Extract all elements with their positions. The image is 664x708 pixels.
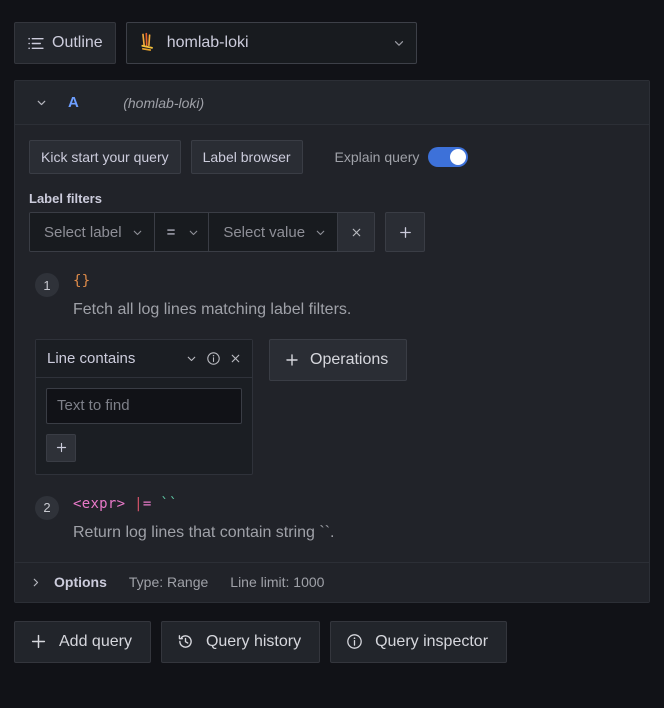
step-number: 1 <box>35 273 59 297</box>
datasource-picker[interactable]: homlab-loki <box>125 22 417 64</box>
query-toolbar: Kick start your query Label browser Expl… <box>29 137 635 177</box>
query-row-header: A (homlab-loki) <box>15 81 649 125</box>
info-circle-icon[interactable] <box>206 351 221 366</box>
explanation-step-1: 1 {} Fetch all log lines matching label … <box>35 272 635 321</box>
explanation-description: Fetch all log lines matching label filte… <box>73 301 352 318</box>
options-title: Options <box>54 574 107 591</box>
outline-button-label: Outline <box>52 34 103 51</box>
select-label-dropdown[interactable]: Select label <box>30 213 155 251</box>
explanation-description: Return log lines that contain string ``. <box>73 523 335 541</box>
add-query-label: Add query <box>59 632 132 650</box>
chevron-right-icon[interactable] <box>29 576 54 589</box>
code-token-pipe: | <box>134 495 143 512</box>
bottom-toolbar: Add query Query history Query inspector <box>0 603 664 681</box>
operation-card-line-contains: Line contains <box>35 338 253 475</box>
explanation-code: <expr> |= `` <box>73 496 334 512</box>
info-circle-icon <box>346 633 363 650</box>
close-icon <box>350 226 363 239</box>
loki-logo-icon <box>139 32 157 54</box>
close-icon[interactable] <box>229 352 242 365</box>
explanation-content: {} Fetch all log lines matching label fi… <box>73 272 351 321</box>
chevron-down-icon <box>131 226 144 239</box>
label-filter-group: Select label = Select value <box>29 212 376 252</box>
top-toolbar: Outline homlab-loki <box>0 0 664 72</box>
history-icon <box>177 633 194 650</box>
switch-knob <box>450 149 467 165</box>
query-options-row[interactable]: Options Type: Range Line limit: 1000 <box>15 561 649 602</box>
operations-button-label: Operations <box>310 350 389 368</box>
explanation-content: <expr> |= `` Return log lines that conta… <box>73 495 334 544</box>
chevron-down-icon[interactable] <box>185 352 198 365</box>
explanation-code: {} <box>73 273 91 289</box>
query-inspector-button[interactable]: Query inspector <box>330 620 508 663</box>
select-value-text: Select value <box>223 223 306 241</box>
datasource-name: homlab-loki <box>166 34 249 51</box>
add-label-filter-button[interactable] <box>385 212 426 252</box>
plus-icon <box>284 352 300 368</box>
query-history-button[interactable]: Query history <box>160 620 321 663</box>
operator-text: = <box>166 223 176 241</box>
query-datasource-label: (homlab-loki) <box>123 94 205 111</box>
options-type: Type: Range <box>128 574 209 591</box>
plus-icon <box>55 441 68 454</box>
plus-icon <box>398 225 413 240</box>
select-value-dropdown[interactable]: Select value <box>209 213 339 251</box>
operation-card-body <box>36 378 252 474</box>
outline-button[interactable]: Outline <box>14 22 116 64</box>
operations-button[interactable]: Operations <box>269 338 408 381</box>
label-filters-title: Label filters <box>29 191 102 206</box>
list-icon <box>27 35 44 52</box>
explain-query-toggle-group: Explain query <box>335 147 469 167</box>
query-body: Kick start your query Label browser Expl… <box>15 125 649 544</box>
remove-label-filter-button[interactable] <box>338 213 375 251</box>
query-history-label: Query history <box>205 632 302 650</box>
explain-query-label: Explain query <box>334 149 420 165</box>
add-operation-param-button[interactable] <box>46 433 76 462</box>
code-token-string: `` <box>160 495 178 512</box>
label-filters-row: Select label = Select value <box>29 212 635 252</box>
explain-query-switch[interactable] <box>428 147 469 167</box>
chevron-down-icon <box>187 226 200 239</box>
options-line-limit: Line limit: 1000 <box>230 574 325 591</box>
explanation-step-2: 2 <expr> |= `` Return log lines that con… <box>35 495 635 544</box>
query-ref-id[interactable]: A <box>68 94 79 111</box>
chevron-down-icon[interactable] <box>27 94 56 111</box>
chevron-down-icon <box>314 226 327 239</box>
kick-start-query-button[interactable]: Kick start your query <box>29 140 181 174</box>
label-browser-button[interactable]: Label browser <box>190 140 303 174</box>
query-editor-card: A (homlab-loki) Kick start your query La… <box>14 80 650 603</box>
chevron-down-icon[interactable] <box>392 36 406 50</box>
plus-icon <box>30 633 47 650</box>
add-query-button[interactable]: Add query <box>14 620 151 663</box>
operator-dropdown[interactable]: = <box>154 213 210 251</box>
code-token-expr: <expr> <box>73 495 126 512</box>
operation-card-header: Line contains <box>36 339 252 378</box>
operations-row: Line contains Text to find Operations <box>35 338 635 475</box>
operation-title: Line contains <box>47 349 136 367</box>
select-label-text: Select label <box>44 223 122 241</box>
step-number: 2 <box>35 495 59 520</box>
text-to-find-input[interactable] <box>46 387 242 424</box>
query-inspector-label: Query inspector <box>375 632 489 650</box>
code-token-equals: = <box>142 495 152 512</box>
